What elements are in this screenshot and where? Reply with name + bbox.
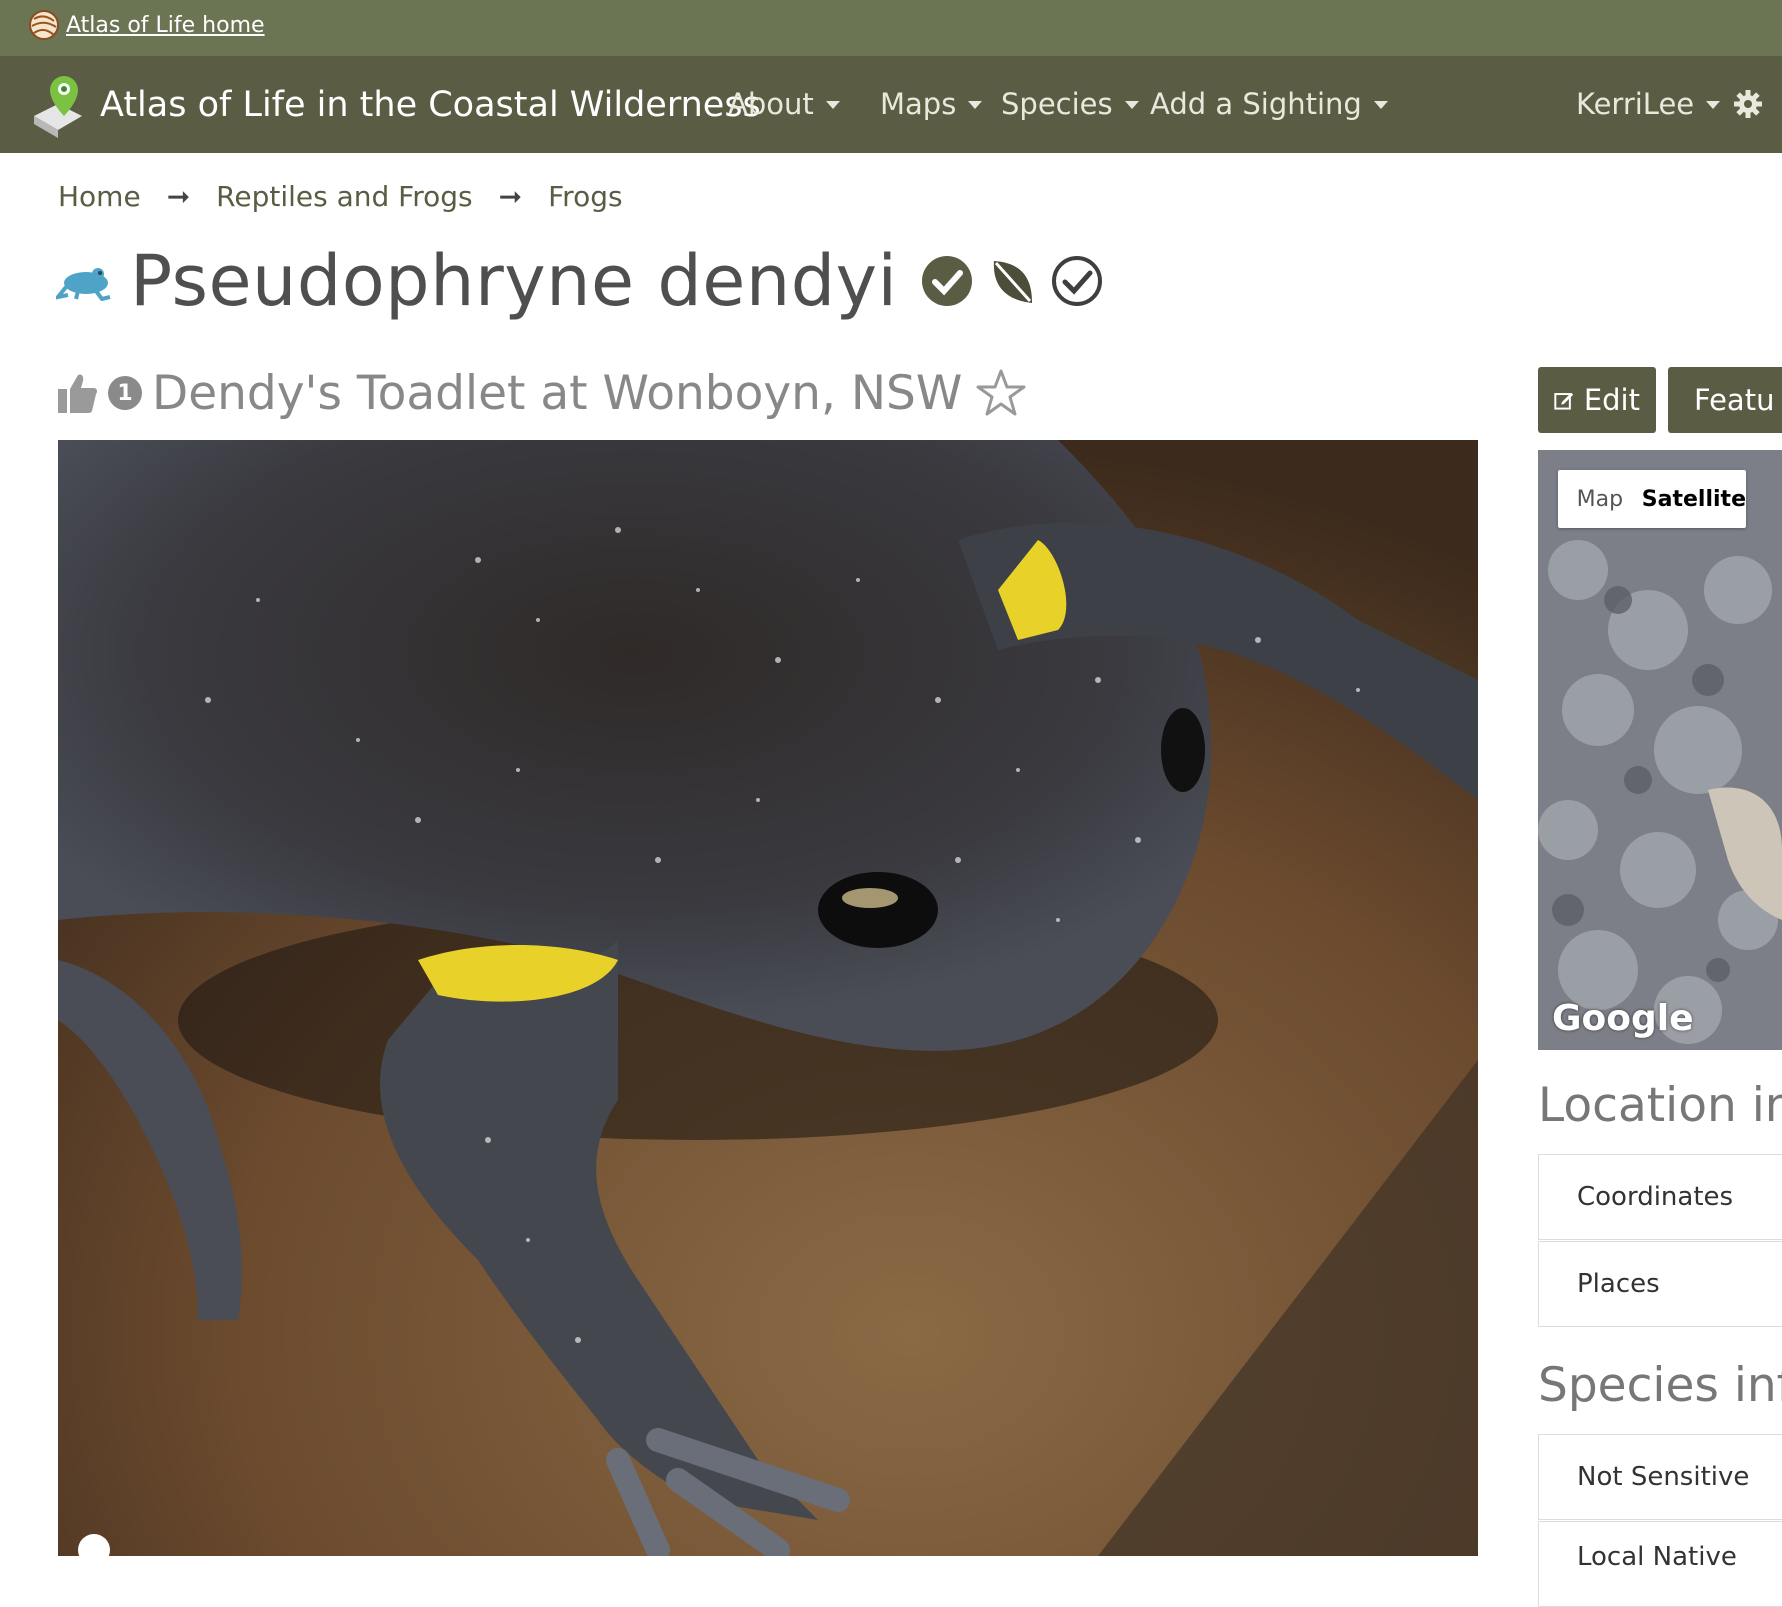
species-title: Pseudophryne dendyi <box>130 240 898 322</box>
chevron-down-icon <box>1373 101 1388 109</box>
sighting-map[interactable]: Map Satellite Google <box>1538 450 1782 1050</box>
location-info-heading: Location inf <box>1538 1078 1782 1133</box>
frog-photo-image <box>58 440 1478 1556</box>
native-status-item: Local Native <box>1538 1521 1782 1607</box>
check-circle-outline-icon <box>1051 256 1102 306</box>
atlas-home-link[interactable]: Atlas of Life home <box>28 8 265 42</box>
edit-button[interactable]: Edit <box>1538 367 1656 433</box>
sensitivity-item: Not Sensitive <box>1538 1434 1782 1520</box>
chevron-down-icon <box>1124 101 1139 109</box>
sighting-photo[interactable] <box>58 440 1478 1556</box>
leaf-native-icon <box>993 261 1032 303</box>
chevron-down-icon <box>968 101 983 109</box>
map-pin-logo-icon <box>34 76 82 138</box>
feature-button-label: Featu <box>1694 383 1775 417</box>
nav-about-label: About <box>728 87 814 121</box>
species-info-heading: Species info <box>1538 1358 1782 1413</box>
nav-user-label: KerriLee <box>1576 87 1695 121</box>
nav-about[interactable]: About <box>728 84 840 124</box>
brand-link[interactable]: Atlas of Life in the Coastal Wilderness <box>30 72 761 138</box>
nav-maps[interactable]: Maps <box>880 84 983 124</box>
species-title-row: Pseudophryne dendyi <box>56 236 1104 326</box>
breadcrumb-home[interactable]: Home <box>58 180 141 213</box>
edit-icon <box>1554 392 1574 410</box>
gear-icon <box>1734 90 1762 118</box>
places-item[interactable]: Places <box>1538 1241 1782 1327</box>
chevron-down-icon <box>1706 101 1721 109</box>
arrow-right-icon: ➞ <box>166 179 191 213</box>
breadcrumb-reptiles-and-frogs[interactable]: Reptiles and Frogs <box>216 180 472 213</box>
nav-user-menu[interactable]: KerriLee <box>1576 84 1721 124</box>
feature-button[interactable]: Featu <box>1668 367 1782 433</box>
nav-maps-label: Maps <box>880 87 957 121</box>
frog-icon <box>56 268 111 301</box>
brand-title: Atlas of Life in the Coastal Wilderness <box>100 85 761 125</box>
map-type-toggle: Map Satellite <box>1558 470 1746 528</box>
nav-add-sighting[interactable]: Add a Sighting <box>1150 84 1388 124</box>
settings-button[interactable] <box>1734 84 1762 124</box>
google-attribution: Google <box>1552 998 1694 1039</box>
breadcrumb: Home ➞ Reptiles and Frogs ➞ Frogs <box>58 176 623 216</box>
satellite-imagery <box>1538 450 1782 1050</box>
thumbs-up-icon[interactable] <box>56 371 98 415</box>
verified-check-icon <box>921 256 972 306</box>
satellite-option-button[interactable]: Satellite <box>1642 470 1746 528</box>
arrow-right-icon: ➞ <box>498 179 523 213</box>
main-navbar: Atlas of Life in the Coastal Wilderness … <box>0 56 1782 153</box>
like-count-badge: 1 <box>108 376 142 410</box>
star-outline-icon[interactable] <box>976 368 1026 418</box>
breadcrumb-frogs[interactable]: Frogs <box>548 180 622 213</box>
atlas-home-label: Atlas of Life home <box>66 12 265 38</box>
atlas-globe-icon <box>29 10 59 40</box>
map-option-button[interactable]: Map <box>1558 470 1642 528</box>
nav-add-sighting-label: Add a Sighting <box>1150 87 1362 121</box>
nav-species-label: Species <box>1001 87 1113 121</box>
nav-species[interactable]: Species <box>1001 84 1139 124</box>
sighting-title-row: 1 Dendy's Toadlet at Wonboyn, NSW <box>56 364 1026 422</box>
sighting-title: Dendy's Toadlet at Wonboyn, NSW <box>152 365 963 421</box>
top-bar: Atlas of Life home <box>0 0 1782 56</box>
edit-button-label: Edit <box>1583 383 1640 417</box>
coordinates-item[interactable]: Coordinates <box>1538 1154 1782 1240</box>
chevron-down-icon <box>825 101 840 109</box>
